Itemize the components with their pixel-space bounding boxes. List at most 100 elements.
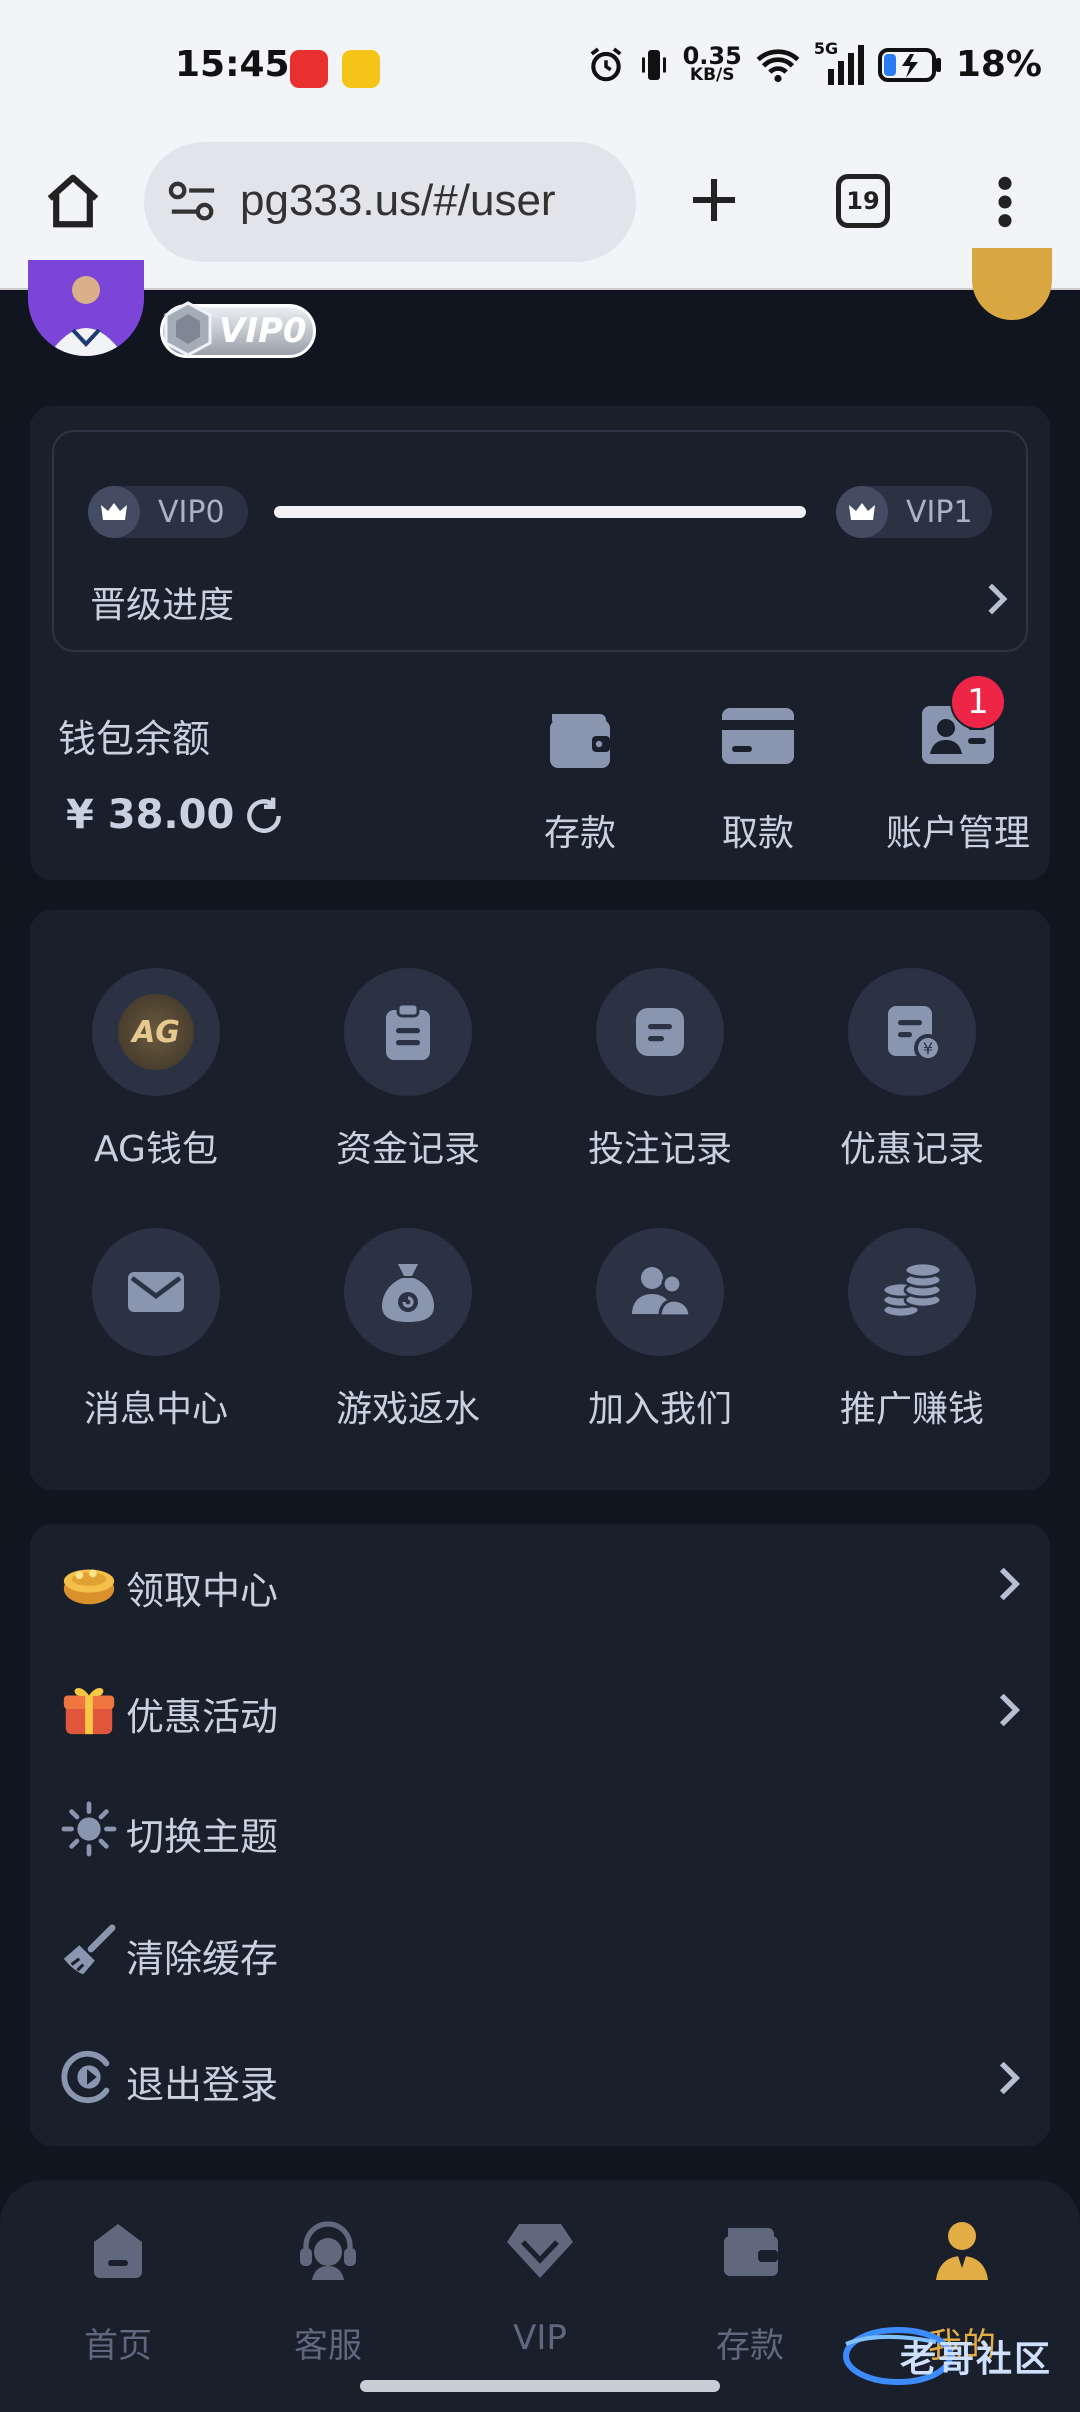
users-icon [596, 1228, 724, 1356]
menu-label: 切换主题 [126, 1815, 279, 1859]
wallet-icon [550, 714, 610, 768]
nav-vip[interactable]: VIP [440, 2218, 640, 2368]
app-notification-icon [342, 50, 380, 88]
bet-records-button[interactable]: 投注记录 [534, 968, 786, 1170]
headset-icon [300, 2221, 356, 2280]
grid-label: 优惠记录 [839, 1129, 984, 1170]
network-speed: 0.35 KB/S [682, 42, 742, 85]
status-time: 15:45 [175, 44, 290, 85]
battery-percent: 18% [955, 44, 1042, 85]
menu-label: 优惠活动 [126, 1695, 279, 1739]
crown-icon [836, 486, 888, 538]
clipboard-icon [344, 968, 472, 1096]
discount-doc-icon: ¥ [848, 968, 976, 1096]
coin-stack-icon [848, 1228, 976, 1356]
settings-menu-card: 领取中心 优惠活动 切换主题 清除缓存 退出登录 [30, 1524, 1050, 2146]
deposit-label: 存款 [543, 813, 616, 854]
nav-label: 客服 [294, 2326, 362, 2366]
menu-item-clear-cache[interactable]: 清除缓存 [30, 1892, 1050, 2012]
browser-toolbar: pg333.us/#/user 19 [0, 130, 1080, 290]
nav-deposit[interactable]: 存款 [650, 2218, 850, 2368]
account-management-label: 账户管理 [885, 813, 1030, 854]
nav-label: 存款 [716, 2326, 784, 2366]
refresh-icon[interactable] [242, 794, 286, 838]
withdraw-label: 取款 [721, 813, 794, 854]
home-icon [94, 2224, 142, 2278]
more-menu-icon[interactable] [990, 174, 1020, 230]
home-indicator[interactable] [360, 2380, 720, 2392]
status-bar: 15:45 0.35 KB/S 5G 18% [0, 0, 1080, 130]
svg-text:¥: ¥ [923, 1039, 933, 1058]
vibrate-icon [641, 49, 666, 80]
logout-icon [61, 2050, 110, 2104]
nav-label: VIP [513, 2318, 567, 2358]
crown-icon [88, 486, 140, 538]
join-us-button[interactable]: 加入我们 [534, 1228, 786, 1430]
card-icon [722, 708, 794, 764]
vip-progress-fill [274, 506, 806, 518]
coin-icon[interactable] [972, 248, 1052, 320]
wallet-icon [724, 2228, 778, 2276]
sun-icon [61, 1801, 117, 1857]
menu-item-switch-theme[interactable]: 切换主题 [30, 1770, 1050, 1890]
signal-icon: 5G [814, 39, 864, 85]
alarm-icon [590, 47, 621, 81]
mail-icon [92, 1228, 220, 1356]
game-rebate-button[interactable]: 游戏返水 [282, 1228, 534, 1430]
chevron-right-icon [999, 2061, 1020, 2095]
vip-current-level: VIP0 [158, 494, 225, 530]
vip-current-pill: VIP0 [88, 486, 248, 538]
message-center-button[interactable]: 消息中心 [30, 1228, 282, 1430]
vip-progress-box[interactable]: VIP0 VIP1 晋级进度 [52, 430, 1028, 652]
site-settings-icon[interactable] [168, 180, 218, 224]
vip-next-level: VIP1 [906, 494, 973, 530]
battery-icon [877, 47, 941, 82]
avatar[interactable] [28, 260, 144, 356]
menu-item-claim-center[interactable]: 领取中心 [30, 1524, 1050, 1644]
notification-badge: 1 [950, 674, 1006, 730]
vip-progress-bar [274, 506, 806, 518]
chevron-right-icon [999, 1567, 1020, 1601]
wallet-card: VIP0 VIP1 晋级进度 钱包余额 ¥ 38.00 存款 取款 账户管理 1 [30, 406, 1050, 880]
nav-customer-service[interactable]: 客服 [228, 2218, 428, 2368]
shortcut-grid-card: AG AG钱包 资金记录 投注记录 ¥ 优惠记录 消息中心 游戏返水 加入我们 … [30, 910, 1050, 1490]
diamond-icon [507, 2224, 573, 2278]
wallet-balance-amount: ¥ 38.00 [66, 792, 235, 838]
wifi-icon [756, 48, 800, 82]
fund-records-button[interactable]: 资金记录 [282, 968, 534, 1170]
new-tab-icon[interactable] [686, 172, 742, 228]
menu-item-logout[interactable]: 退出登录 [30, 2018, 1050, 2138]
ag-wallet-button[interactable]: AG AG钱包 [30, 968, 282, 1170]
grid-label: 推广赚钱 [839, 1389, 984, 1430]
menu-item-promotions[interactable]: 优惠活动 [30, 1650, 1050, 1770]
address-bar[interactable]: pg333.us/#/user [144, 142, 636, 262]
gold-pot-icon [63, 1569, 115, 1605]
gift-box-icon [63, 1687, 115, 1735]
money-bag-icon [344, 1228, 472, 1356]
upgrade-progress-label: 晋级进度 [90, 585, 235, 626]
watermark-text: 老哥社区 [900, 2339, 1053, 2380]
tab-switcher-button[interactable]: 19 [836, 174, 890, 228]
wallet-balance-label: 钱包余额 [58, 717, 211, 761]
vip-next-pill: VIP1 [836, 486, 992, 538]
user-icon [936, 2222, 988, 2280]
menu-label: 清除缓存 [126, 1937, 279, 1981]
nav-home[interactable]: 首页 [18, 2218, 218, 2368]
promote-earn-button[interactable]: 推广赚钱 [786, 1228, 1038, 1430]
status-indicators: 0.35 KB/S 5G 18% [587, 39, 1042, 85]
withdraw-button[interactable]: 取款 [678, 696, 838, 856]
chevron-right-icon [988, 583, 1008, 615]
vip-gem-icon [164, 301, 212, 357]
chevron-right-icon [999, 1693, 1020, 1727]
grid-label: 游戏返水 [335, 1389, 480, 1430]
broom-icon [63, 1924, 116, 1975]
grid-label: AG钱包 [94, 1129, 218, 1170]
grid-label: 资金记录 [335, 1129, 480, 1170]
home-icon[interactable] [42, 170, 104, 232]
deposit-button[interactable]: 存款 [500, 696, 660, 856]
note-icon [596, 968, 724, 1096]
app-notification-icon [290, 50, 328, 88]
promo-records-button[interactable]: ¥ 优惠记录 [786, 968, 1038, 1170]
grid-label: 投注记录 [587, 1129, 732, 1170]
menu-label: 退出登录 [126, 2063, 279, 2107]
